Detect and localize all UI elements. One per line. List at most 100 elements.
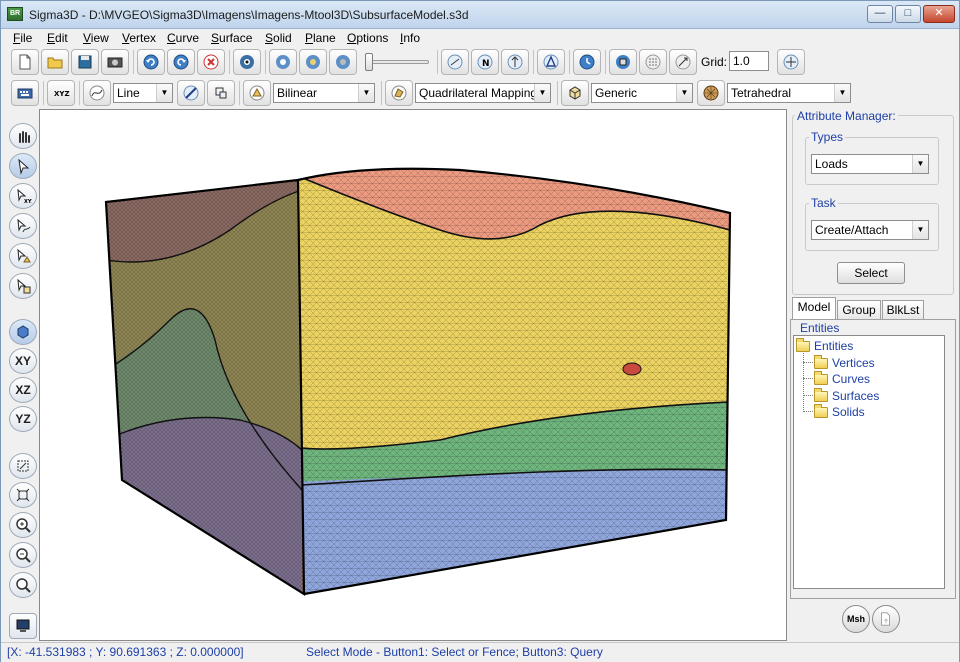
snap-grid-button[interactable]: [669, 49, 697, 75]
visibility-toggle-2-button[interactable]: [299, 49, 327, 75]
keyboard-input-button[interactable]: [11, 80, 39, 106]
menu-options[interactable]: Options: [347, 31, 388, 45]
clock-button[interactable]: [573, 49, 601, 75]
minimize-button[interactable]: —: [867, 5, 893, 23]
snapshot-button[interactable]: [101, 49, 129, 75]
menu-surface[interactable]: Surface: [211, 31, 252, 45]
menu-curve[interactable]: Curve: [167, 31, 199, 45]
attach-document-icon: [881, 612, 890, 626]
light-button[interactable]: [441, 49, 469, 75]
tab-group[interactable]: Group: [837, 300, 881, 320]
frame-button[interactable]: [609, 49, 637, 75]
zoom-out-button[interactable]: [9, 542, 37, 568]
transform-button[interactable]: [207, 80, 235, 106]
toolbar-separator: [557, 81, 558, 105]
pan-hand-button[interactable]: [9, 123, 37, 149]
visibility-toggle-3-button[interactable]: [329, 49, 357, 75]
hand-icon: [19, 131, 30, 143]
surface-tool-button[interactable]: [9, 243, 37, 269]
zoom-button[interactable]: [9, 572, 37, 598]
mesh-button[interactable]: [697, 80, 725, 106]
console-button[interactable]: [9, 613, 37, 639]
triangle-mesh-button[interactable]: [537, 49, 565, 75]
normal-button[interactable]: N: [471, 49, 499, 75]
axis-button[interactable]: [501, 49, 529, 75]
tab-blklst[interactable]: BlkLst: [882, 300, 924, 320]
redo-button[interactable]: [167, 49, 195, 75]
surface-pointer-icon: [17, 248, 31, 263]
camera-icon: [107, 57, 123, 68]
tree-item-vertices[interactable]: Vertices: [814, 354, 875, 370]
eye-icon: [240, 55, 254, 69]
view-eye-button[interactable]: [233, 49, 261, 75]
tree-item-surfaces[interactable]: Surfaces: [814, 387, 879, 403]
open-folder-icon: [47, 57, 63, 69]
surface-icon: [249, 85, 265, 101]
mapping-value: Quadrilateral Mapping: [419, 86, 538, 100]
toolbar-separator: [437, 50, 438, 74]
transform-icon: [215, 87, 227, 99]
delete-button[interactable]: [197, 49, 225, 75]
maximize-button[interactable]: □: [895, 5, 921, 23]
zoom-in-button[interactable]: [9, 512, 37, 538]
entities-tree: Entities Vertices Curves Surfaces Solids: [793, 335, 945, 589]
yz-view-button[interactable]: YZ: [9, 406, 37, 432]
interpolation-select[interactable]: Bilinear ▼: [273, 83, 375, 103]
grid-size-input[interactable]: 1.0: [729, 51, 769, 71]
menu-solid[interactable]: Solid: [265, 31, 292, 45]
menu-edit[interactable]: Edit: [47, 31, 68, 45]
menu-options-label: ptions: [356, 31, 389, 45]
save-file-button[interactable]: [71, 49, 99, 75]
tree-item-solids[interactable]: Solids: [814, 403, 865, 419]
types-select[interactable]: Loads ▼: [811, 154, 929, 174]
xz-view-button[interactable]: XZ: [9, 377, 37, 403]
menu-file[interactable]: File: [13, 31, 32, 45]
zoom-slider-thumb[interactable]: [365, 53, 373, 71]
undo-button[interactable]: [137, 49, 165, 75]
zoom-slider-track[interactable]: [365, 60, 429, 64]
xyz-icon: XYZ: [54, 90, 70, 98]
vertex-tool-button[interactable]: XYZ: [9, 183, 37, 209]
menu-view-mnemonic: V: [83, 31, 91, 45]
select-pointer-button[interactable]: [9, 153, 37, 179]
mapping-button[interactable]: [385, 80, 413, 106]
mapping-select[interactable]: Quadrilateral Mapping ▼: [415, 83, 551, 103]
iso-view-button[interactable]: [9, 319, 37, 345]
close-button[interactable]: ✕: [923, 5, 955, 23]
mesh-generate-button[interactable]: Msh: [842, 605, 870, 633]
menu-plane[interactable]: Plane: [305, 31, 336, 45]
grid-toggle-button[interactable]: [639, 49, 667, 75]
menu-view[interactable]: View: [83, 31, 109, 45]
coordinate-button[interactable]: XYZ: [47, 80, 75, 106]
curve-draw-button[interactable]: [83, 80, 111, 106]
tab-model[interactable]: Model: [792, 297, 836, 319]
toolbar-separator: [605, 50, 606, 74]
move-button[interactable]: [777, 49, 805, 75]
tree-item-curves[interactable]: Curves: [814, 370, 870, 386]
xy-view-button[interactable]: XY: [9, 348, 37, 374]
curve-type-select[interactable]: Line ▼: [113, 83, 173, 103]
curve-tool-button[interactable]: [9, 213, 37, 239]
solid-button[interactable]: [561, 80, 589, 106]
curve-icon: [89, 85, 105, 101]
new-file-button[interactable]: [11, 49, 39, 75]
zoom-window-button[interactable]: [9, 453, 37, 479]
menu-info[interactable]: Info: [400, 31, 420, 45]
solid-tool-button[interactable]: [9, 273, 37, 299]
visibility-toggle-1-button[interactable]: [269, 49, 297, 75]
toolbar-separator: [79, 81, 80, 105]
task-select[interactable]: Create/Attach ▼: [811, 220, 929, 240]
menu-vertex[interactable]: Vertex: [122, 31, 156, 45]
model-viewport[interactable]: [39, 109, 787, 641]
solid-type-select[interactable]: Generic ▼: [591, 83, 693, 103]
entities-label: Entities: [798, 321, 842, 335]
curve-edit-button[interactable]: [177, 80, 205, 106]
attach-attribute-button[interactable]: [872, 605, 900, 633]
tree-item-entities[interactable]: Entities: [796, 337, 853, 353]
toolbar-separator: [381, 81, 382, 105]
select-button[interactable]: Select: [837, 262, 905, 284]
mesh-type-select[interactable]: Tetrahedral ▼: [727, 83, 851, 103]
surface-interp-button[interactable]: [243, 80, 271, 106]
open-file-button[interactable]: [41, 49, 69, 75]
fit-view-button[interactable]: [9, 482, 37, 508]
